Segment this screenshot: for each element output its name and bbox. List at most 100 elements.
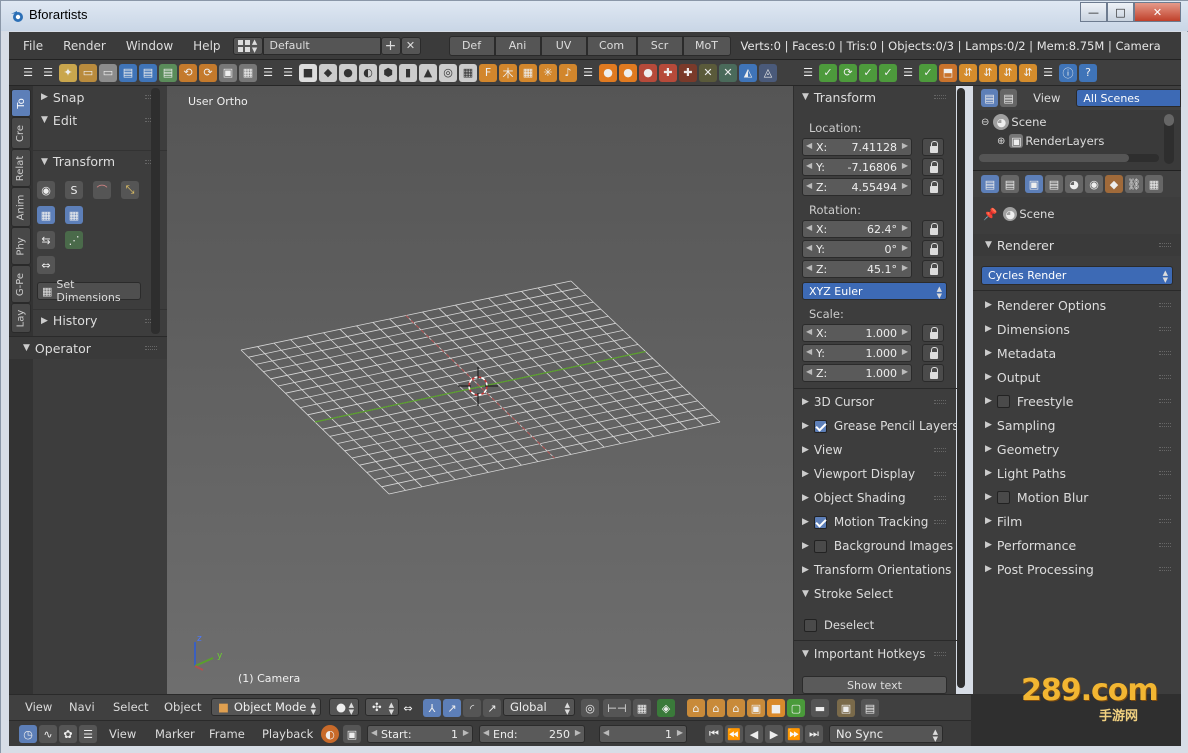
- data-tab-icon[interactable]: ▦: [1145, 175, 1163, 193]
- checkbox[interactable]: [804, 618, 817, 632]
- proportional-edit-icon[interactable]: ◎: [581, 699, 599, 717]
- menu-render[interactable]: Render: [53, 39, 116, 53]
- render-engine-dropdown[interactable]: Cycles Render ▲ ▼: [981, 266, 1173, 285]
- section-viewport-display[interactable]: ▶ Viewport Display: [794, 463, 956, 485]
- lock-icon[interactable]: [922, 344, 944, 362]
- outliner-vscrollbar[interactable]: [1164, 114, 1174, 164]
- drag-grip-icon[interactable]: [934, 496, 946, 500]
- parent-icon[interactable]: ⇵: [959, 63, 977, 82]
- drag-grip-icon[interactable]: [1159, 567, 1171, 571]
- show-text-button[interactable]: Show text: [802, 676, 947, 694]
- layer-3-icon[interactable]: ⌂: [727, 699, 745, 717]
- keying-icon[interactable]: ✿: [59, 725, 77, 743]
- section-metadata[interactable]: ▶ Metadata: [973, 342, 1181, 364]
- scale-y-field[interactable]: ◀ Y: 1.000 ▶: [802, 344, 912, 362]
- hamburger-icon[interactable]: ☰: [39, 64, 57, 82]
- menu-view[interactable]: View: [25, 700, 52, 714]
- outliner-row-scene[interactable]: ⊖ ◕ Scene: [981, 114, 1046, 130]
- remove-screen-button[interactable]: ✕: [400, 36, 421, 55]
- drag-grip-icon[interactable]: [1159, 243, 1171, 247]
- snap-element-icon[interactable]: ⊢⊣: [603, 699, 631, 717]
- rotation-y-field[interactable]: ◀ Y: 0° ▶: [802, 240, 912, 258]
- snap-icon[interactable]: ✓: [819, 63, 837, 82]
- tab-uv[interactable]: UV: [540, 35, 587, 56]
- drag-grip-icon[interactable]: [1159, 399, 1171, 403]
- drag-grip-icon[interactable]: [934, 472, 946, 476]
- hamburger-icon[interactable]: ☰: [579, 64, 597, 82]
- rotation-x-field[interactable]: ◀ X: 62.4° ▶: [802, 220, 912, 238]
- drag-grip-icon[interactable]: [145, 346, 157, 350]
- menu-navi[interactable]: Navi: [69, 700, 95, 714]
- minimize-button[interactable]: —: [1080, 2, 1107, 22]
- lattice-icon[interactable]: ▦: [519, 63, 537, 82]
- lock-icon[interactable]: [922, 240, 944, 258]
- add-torus-icon[interactable]: ◎: [439, 63, 457, 82]
- save-icon[interactable]: ▤: [119, 63, 137, 82]
- push-pull-icon[interactable]: ⇆: [37, 231, 55, 249]
- drag-grip-icon[interactable]: [1159, 495, 1171, 499]
- screen-name-field[interactable]: Default: [262, 36, 381, 55]
- group-icon[interactable]: ✚: [679, 63, 697, 82]
- add-uvsphere-icon[interactable]: ◐: [359, 63, 377, 82]
- play-reverse-icon[interactable]: ◀: [745, 725, 763, 743]
- scale-z-field[interactable]: ◀ Z: 1.000 ▶: [802, 364, 912, 382]
- translate-icon[interactable]: ◉: [37, 181, 55, 199]
- add-plane-icon[interactable]: ■: [299, 63, 317, 82]
- lock-icon[interactable]: [922, 138, 944, 156]
- reference-icon[interactable]: ✕: [699, 63, 717, 82]
- timeline-menu-marker[interactable]: Marker: [155, 727, 195, 741]
- rotation-mode-dropdown[interactable]: XYZ Euler ▲ ▼: [802, 282, 947, 300]
- timeline-menu-playback[interactable]: Playback: [262, 727, 313, 741]
- clear-icon[interactable]: ◬: [759, 63, 777, 82]
- armature-icon[interactable]: 木: [499, 63, 517, 82]
- mirror-icon[interactable]: ⟳: [839, 63, 857, 82]
- menu-window[interactable]: Window: [116, 39, 183, 53]
- warp-icon[interactable]: ⋰: [65, 231, 83, 249]
- drag-grip-icon[interactable]: [1159, 303, 1171, 307]
- current-frame-field[interactable]: ◀ 1 ▶: [599, 725, 687, 743]
- operator-panel-header[interactable]: ▼ Operator: [9, 337, 167, 359]
- scale-icon[interactable]: ⤡: [121, 181, 139, 199]
- layers-icon[interactable]: ◈: [657, 699, 675, 717]
- bend-icon[interactable]: ⌒: [93, 181, 111, 199]
- scale-x-field[interactable]: ◀ X: 1.000 ▶: [802, 324, 912, 342]
- tab-animation[interactable]: Anim: [11, 187, 31, 227]
- drag-grip-icon[interactable]: [1159, 471, 1171, 475]
- snapshot-icon[interactable]: ▤: [861, 699, 879, 717]
- outliner-menu-icon[interactable]: ▤: [1000, 89, 1018, 107]
- link-icon[interactable]: ⟲: [179, 63, 197, 82]
- drag-grip-icon[interactable]: [934, 400, 946, 404]
- resize-icon[interactable]: ⇔: [37, 256, 55, 274]
- edit-panel-header[interactable]: ▼ Edit: [33, 109, 167, 131]
- tab-create[interactable]: Cre: [11, 117, 31, 149]
- transform-affect-icon[interactable]: ⇔: [399, 699, 417, 717]
- location-y-field[interactable]: ◀ Y: -7.16806 ▶: [802, 158, 912, 176]
- outliner-hscrollbar[interactable]: [979, 154, 1159, 162]
- layer-4-icon[interactable]: ▣: [747, 699, 765, 717]
- lock-icon[interactable]: [922, 158, 944, 176]
- unparent-icon[interactable]: ⇵: [979, 63, 997, 82]
- text-icon[interactable]: F: [479, 63, 497, 82]
- section-film[interactable]: ▶ Film: [973, 510, 1181, 532]
- layer-1-icon[interactable]: ⌂: [687, 699, 705, 717]
- add-circle-icon[interactable]: ●: [339, 63, 357, 82]
- start-frame-field[interactable]: ◀ Start: 1 ▶: [367, 725, 473, 743]
- menu-select[interactable]: Select: [113, 700, 148, 714]
- drag-grip-icon[interactable]: [1159, 447, 1171, 451]
- tab-def[interactable]: Def: [448, 35, 495, 56]
- drag-grip-icon[interactable]: [1159, 519, 1171, 523]
- lock-icon[interactable]: [922, 364, 944, 382]
- record-icon[interactable]: ◐: [321, 725, 339, 743]
- prev-keyframe-icon[interactable]: ⏪: [725, 725, 743, 743]
- pin-icon[interactable]: 📌: [983, 207, 997, 221]
- timeline-menu-frame[interactable]: Frame: [209, 727, 245, 741]
- help-icon[interactable]: ?: [1079, 63, 1097, 82]
- add-cube-icon[interactable]: ◆: [319, 63, 337, 82]
- render-border-icon[interactable]: ■: [767, 699, 785, 717]
- render-animation-icon[interactable]: ▦: [239, 63, 257, 82]
- section-grease-pencil-layers[interactable]: ▶ Grease Pencil Layers: [794, 415, 959, 437]
- set-dimensions-button[interactable]: ▦ Set Dimensions: [37, 278, 141, 304]
- sync-mode-dropdown[interactable]: No Sync ▲ ▼: [829, 725, 943, 743]
- maximize-button[interactable]: □: [1107, 2, 1134, 22]
- next-keyframe-icon[interactable]: ⏩: [785, 725, 803, 743]
